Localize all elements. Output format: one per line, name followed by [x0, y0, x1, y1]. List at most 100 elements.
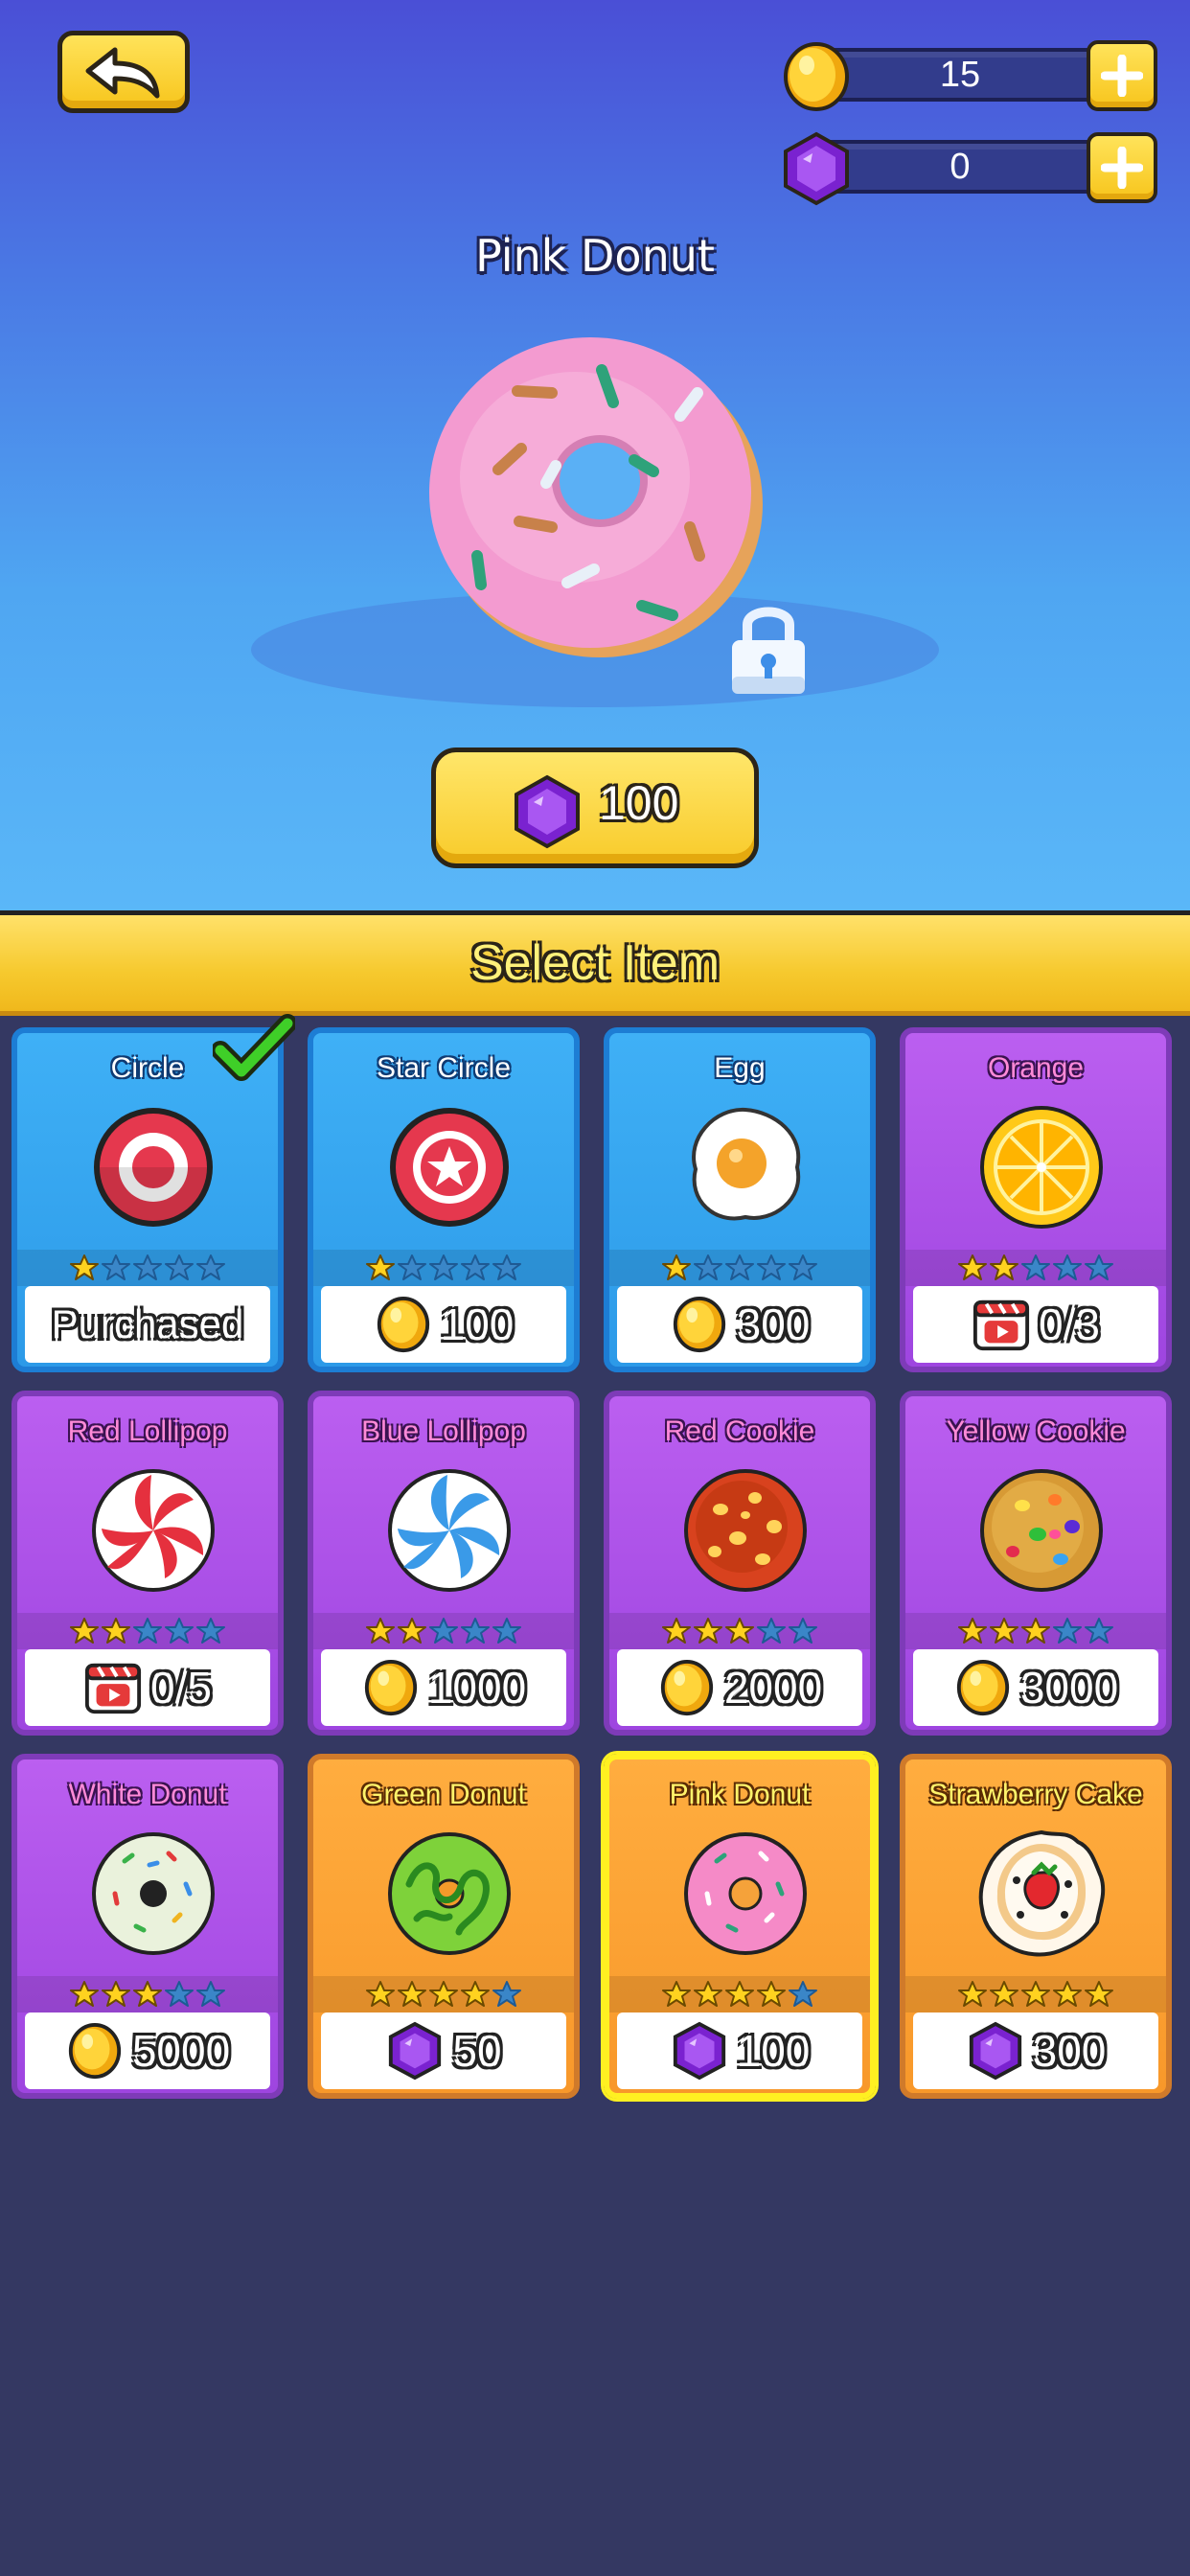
star-icon — [196, 1981, 225, 2007]
buy-button[interactable]: 100 — [431, 748, 759, 868]
price-text: 300 — [1032, 2026, 1107, 2076]
star-icon — [1053, 1254, 1082, 1280]
star-icon — [398, 1254, 426, 1280]
item-card[interactable]: Egg 300 — [604, 1027, 876, 1372]
item-name: Green Donut — [361, 1779, 526, 1810]
price-text: 100 — [736, 2026, 811, 2076]
back-button[interactable] — [57, 31, 190, 113]
blue-lollipop-icon — [388, 1469, 511, 1592]
item-name: Strawberry Cake — [928, 1779, 1143, 1810]
star-icon — [70, 1618, 99, 1644]
item-card[interactable]: Pink Donut 100 — [604, 1754, 876, 2099]
star-icon — [102, 1618, 130, 1644]
star-icon — [662, 1981, 691, 2007]
add-coins-button[interactable] — [1087, 40, 1157, 111]
item-card[interactable]: Star Circle 100 — [308, 1027, 580, 1372]
pink-donut-preview-icon — [429, 337, 763, 657]
star-icon — [70, 1254, 99, 1280]
section-title: Select Item — [469, 935, 721, 991]
star-icon — [1085, 1618, 1113, 1644]
price-text: 2000 — [723, 1663, 823, 1713]
orange-slice-icon — [980, 1106, 1103, 1229]
lock-icon — [732, 607, 805, 694]
gem-icon — [389, 2021, 442, 2081]
star-icon — [725, 1254, 754, 1280]
coin-icon — [784, 42, 849, 111]
star-icon — [1085, 1981, 1113, 2007]
star-icon — [958, 1981, 987, 2007]
preview-area: 15 0 Pink Donut 100 — [0, 0, 1190, 910]
star-rating — [313, 1613, 574, 1649]
star-icon — [492, 1618, 521, 1644]
item-card[interactable]: White Donut 5000 — [11, 1754, 284, 2099]
item-name: Red Cookie — [664, 1415, 815, 1447]
green-donut-icon — [388, 1832, 511, 1955]
star-icon — [789, 1618, 817, 1644]
star-icon — [694, 1254, 722, 1280]
star-icon — [366, 1618, 395, 1644]
price-text: 3000 — [1019, 1663, 1119, 1713]
red-lollipop-icon — [92, 1469, 215, 1592]
item-price: 100 — [321, 1286, 566, 1363]
star-icon — [990, 1981, 1018, 2007]
item-name: Egg — [714, 1052, 766, 1084]
item-card[interactable]: Strawberry Cake 300 — [900, 1754, 1172, 2099]
price-text: 50 — [452, 2026, 502, 2076]
gem-counter: 0 — [778, 131, 1157, 206]
coin-icon — [377, 1296, 429, 1353]
item-name: Pink Donut — [669, 1779, 811, 1810]
video-ad-icon — [973, 1300, 1030, 1351]
star-rating — [17, 1250, 278, 1286]
coin-icon — [364, 1659, 417, 1716]
section-banner: Select Item — [0, 910, 1190, 1016]
item-name: Orange — [987, 1052, 1085, 1084]
star-icon — [990, 1254, 1018, 1280]
coin-icon — [660, 1659, 713, 1716]
item-price: 300 — [617, 1286, 862, 1363]
price-text: Purchased — [51, 1301, 244, 1346]
item-card[interactable]: Blue Lollipop 1000 — [308, 1391, 580, 1736]
price-text: 300 — [736, 1300, 811, 1349]
item-price: 3000 — [913, 1649, 1158, 1726]
star-icon — [133, 1981, 162, 2007]
item-card[interactable]: Orange 0/3 — [900, 1027, 1172, 1372]
star-rating — [17, 1976, 278, 2012]
item-price: 2000 — [617, 1649, 862, 1726]
coin-icon — [956, 1659, 1009, 1716]
star-icon — [461, 1981, 490, 2007]
star-rating — [313, 1976, 574, 2012]
star-rating — [17, 1613, 278, 1649]
star-icon — [102, 1981, 130, 2007]
star-rating — [905, 1250, 1166, 1286]
item-name: Red Lollipop — [67, 1415, 228, 1447]
star-icon — [757, 1981, 786, 2007]
star-icon — [133, 1618, 162, 1644]
star-icon — [366, 1981, 395, 2007]
item-card[interactable]: Green Donut 50 — [308, 1754, 580, 2099]
star-icon — [165, 1981, 194, 2007]
coin-icon — [68, 2022, 121, 2080]
item-card[interactable]: Red Cookie 2000 — [604, 1391, 876, 1736]
star-icon — [196, 1618, 225, 1644]
star-icon — [958, 1618, 987, 1644]
item-price: 50 — [321, 2012, 566, 2089]
star-icon — [165, 1254, 194, 1280]
star-icon — [694, 1618, 722, 1644]
star-icon — [492, 1254, 521, 1280]
item-card[interactable]: Yellow Cookie 3000 — [900, 1391, 1172, 1736]
checkmark-icon — [213, 1014, 295, 1081]
star-rating — [905, 1976, 1166, 2012]
add-gems-button[interactable] — [1087, 132, 1157, 203]
strawberry-cake-icon — [978, 1829, 1106, 1957]
star-icon — [1053, 1981, 1082, 2007]
item-price: 100 — [617, 2012, 862, 2089]
item-name: Yellow Cookie — [946, 1415, 1126, 1447]
star-icon — [102, 1254, 130, 1280]
star-icon — [789, 1981, 817, 2007]
item-card[interactable]: Red Lollipop 0/5 — [11, 1391, 284, 1736]
star-icon — [429, 1618, 458, 1644]
price-text: 5000 — [131, 2026, 231, 2076]
star-icon — [789, 1254, 817, 1280]
gem-icon — [784, 131, 849, 206]
star-icon — [1021, 1254, 1050, 1280]
